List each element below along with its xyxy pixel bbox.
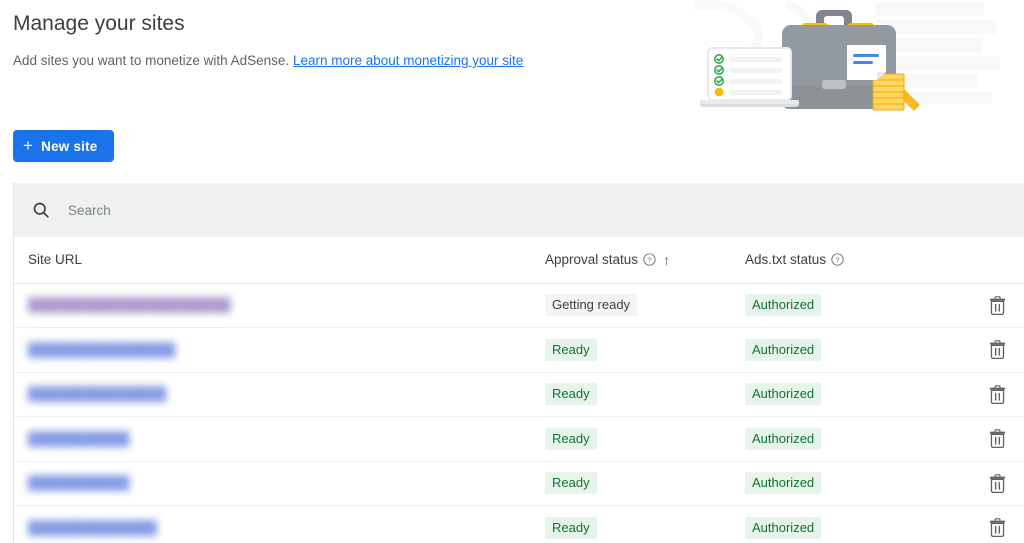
- column-header-label: Site URL: [28, 252, 82, 267]
- laptop-checklist-icon: [700, 48, 799, 107]
- page-subtitle: Add sites you want to monetize with AdSe…: [13, 52, 523, 70]
- adstxt-status-badge: Authorized: [745, 339, 821, 361]
- table-header-row: Site URL Approval status ?: [14, 237, 1024, 283]
- help-circle-icon[interactable]: ?: [643, 253, 656, 266]
- cell-actions: [946, 328, 1024, 373]
- trash-icon: [989, 340, 1006, 359]
- site-url-link[interactable]: ██████████████████████: [28, 297, 231, 313]
- new-site-button-label: New site: [41, 139, 97, 154]
- new-site-button[interactable]: + New site: [13, 130, 114, 162]
- column-header-site-url[interactable]: Site URL: [14, 237, 531, 283]
- column-header-approval-status[interactable]: Approval status ? ↑: [531, 237, 731, 283]
- cell-site-url[interactable]: ███████████: [14, 461, 531, 506]
- trash-icon: [989, 429, 1006, 448]
- cell-site-url[interactable]: ██████████████: [14, 506, 531, 543]
- site-url-link[interactable]: ███████████: [28, 431, 129, 447]
- svg-text:?: ?: [647, 256, 651, 265]
- cell-actions: [946, 417, 1024, 462]
- delete-site-button[interactable]: [985, 516, 1009, 540]
- delete-site-button[interactable]: [985, 427, 1009, 451]
- sites-table: Site URL Approval status ?: [14, 237, 1024, 543]
- adstxt-status-badge: Authorized: [745, 294, 821, 316]
- cell-site-url[interactable]: ███████████████: [14, 372, 531, 417]
- table-row: ██████████████ Ready Authorized: [14, 506, 1024, 543]
- approval-status-badge: Getting ready: [545, 294, 637, 316]
- table-row: ███████████ Ready Authorized: [14, 417, 1024, 462]
- approval-status-badge: Ready: [545, 339, 597, 361]
- subtitle-text: Add sites you want to monetize with AdSe…: [13, 53, 289, 68]
- approval-status-badge: Ready: [545, 517, 597, 539]
- adstxt-status-badge: Authorized: [745, 472, 821, 494]
- search-input[interactable]: [66, 202, 406, 219]
- table-row: ███████████ Ready Authorized: [14, 461, 1024, 506]
- site-url-link[interactable]: ████████████████: [28, 342, 175, 358]
- document-tag-icon: [847, 45, 886, 80]
- cell-approval-status: Ready: [531, 461, 731, 506]
- cell-approval-status: Ready: [531, 506, 731, 543]
- sort-ascending-icon[interactable]: ↑: [663, 253, 670, 267]
- table-row: ███████████████ Ready Authorized: [14, 372, 1024, 417]
- manage-sites-page: Manage your sites Add sites you want to …: [0, 0, 1024, 543]
- column-header-adstxt-status[interactable]: Ads.txt status ?: [731, 237, 946, 283]
- delete-site-button[interactable]: [985, 382, 1009, 406]
- svg-text:?: ?: [835, 256, 839, 265]
- cell-approval-status: Ready: [531, 372, 731, 417]
- adstxt-status-badge: Authorized: [745, 383, 821, 405]
- sites-table-card: Site URL Approval status ?: [13, 183, 1024, 543]
- site-url-link[interactable]: ███████████: [28, 475, 129, 491]
- column-header-label: Approval status: [545, 252, 638, 267]
- site-url-link[interactable]: ██████████████: [28, 520, 157, 536]
- cell-approval-status: Ready: [531, 328, 731, 373]
- cell-adstxt-status: Authorized: [731, 283, 946, 328]
- cell-site-url[interactable]: ████████████████: [14, 328, 531, 373]
- approval-status-badge: Ready: [545, 383, 597, 405]
- cell-actions: [946, 372, 1024, 417]
- cell-adstxt-status: Authorized: [731, 328, 946, 373]
- cell-adstxt-status: Authorized: [731, 372, 946, 417]
- cell-adstxt-status: Authorized: [731, 506, 946, 543]
- adstxt-status-badge: Authorized: [745, 517, 821, 539]
- delete-site-button[interactable]: [985, 338, 1009, 362]
- approval-status-badge: Ready: [545, 472, 597, 494]
- cell-approval-status: Ready: [531, 417, 731, 462]
- cell-adstxt-status: Authorized: [731, 417, 946, 462]
- delete-site-button[interactable]: [985, 293, 1009, 317]
- help-circle-icon[interactable]: ?: [831, 253, 844, 266]
- table-header: Site URL Approval status ?: [14, 237, 1024, 283]
- table-body: ██████████████████████Getting readyAutho…: [14, 283, 1024, 543]
- search-icon: [31, 200, 51, 220]
- trash-icon: [989, 474, 1006, 493]
- cell-site-url[interactable]: ██████████████████████: [14, 283, 531, 328]
- cell-approval-status: Getting ready: [531, 283, 731, 328]
- plus-icon: +: [23, 137, 33, 154]
- cell-actions: [946, 461, 1024, 506]
- trash-icon: [989, 518, 1006, 537]
- cell-site-url[interactable]: ███████████: [14, 417, 531, 462]
- column-header-actions: [946, 237, 1024, 283]
- approval-status-badge: Ready: [545, 428, 597, 450]
- delete-site-button[interactable]: [985, 471, 1009, 495]
- page-title: Manage your sites: [13, 10, 185, 38]
- learn-more-link[interactable]: Learn more about monetizing your site: [293, 53, 523, 68]
- table-row: ██████████████████████ Getting ready Autho…: [14, 283, 1024, 328]
- trash-icon: [989, 296, 1006, 315]
- site-url-link[interactable]: ███████████████: [28, 386, 166, 402]
- adstxt-status-badge: Authorized: [745, 428, 821, 450]
- search-bar[interactable]: [14, 183, 1024, 237]
- cell-actions: [946, 283, 1024, 328]
- table-row: ████████████████ Ready Authorized: [14, 328, 1024, 373]
- trash-icon: [989, 385, 1006, 404]
- cell-actions: [946, 506, 1024, 543]
- cell-adstxt-status: Authorized: [731, 461, 946, 506]
- briefcase-coins-checklist-illustration: [690, 0, 1024, 115]
- column-header-label: Ads.txt status: [745, 252, 826, 267]
